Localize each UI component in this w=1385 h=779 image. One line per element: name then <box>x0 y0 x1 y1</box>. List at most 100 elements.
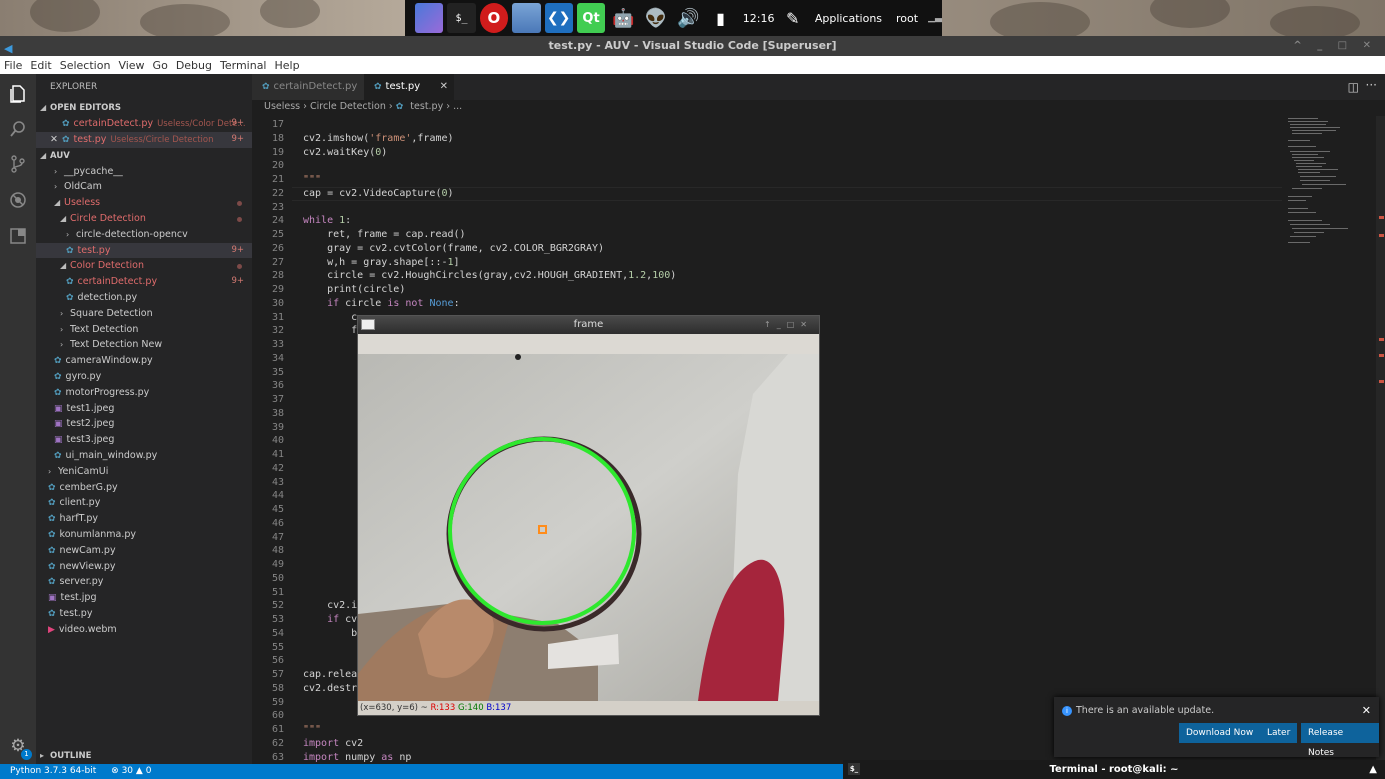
code-line[interactable]: gray = cv2.cvtColor(frame, cv2.COLOR_BGR… <box>303 243 604 254</box>
debug-icon[interactable] <box>6 188 30 212</box>
close-tab-icon[interactable]: ✕ <box>440 74 448 100</box>
tree-item[interactable]: › Text Detection <box>36 322 252 338</box>
tree-item[interactable]: ▣ test1.jpeg <box>36 401 252 417</box>
tree-item[interactable]: ✿ newView.py <box>36 559 252 575</box>
editor-scrollbar[interactable] <box>1376 116 1385 764</box>
tree-item[interactable]: ✿ certainDetect.py 9+ <box>36 274 252 290</box>
alien-icon[interactable]: 👽 <box>642 3 670 33</box>
tree-item[interactable]: ◢ Circle Detection <box>36 211 252 227</box>
tree-item[interactable]: ▶ video.webm <box>36 622 252 638</box>
menu-view[interactable]: View <box>114 59 148 72</box>
breadcrumb-item[interactable]: test.py <box>410 101 443 112</box>
frame-titlebar[interactable]: frame ↑_□✕ <box>358 316 819 334</box>
tree-item[interactable]: › OldCam <box>36 179 252 195</box>
code-line[interactable]: cv2.waitKey(0) <box>303 147 387 158</box>
code-line[interactable]: if cv <box>303 614 357 625</box>
code-line[interactable]: cv2.i <box>303 600 357 611</box>
window-controls[interactable]: ^ _ □ ✕ <box>1293 36 1377 56</box>
split-editor-icon[interactable]: ◫ <box>1348 80 1359 94</box>
code-line[interactable]: while 1: <box>303 215 351 226</box>
settings-gear-icon[interactable]: ⚙ 1 <box>6 734 32 760</box>
code-line[interactable]: """ <box>303 724 321 735</box>
terminal-taskbar-window[interactable]: $_ Terminal - root@kali: ~ ▲ <box>843 760 1385 779</box>
more-actions-icon[interactable]: ··· <box>1366 78 1377 92</box>
tree-item[interactable]: ✿ harfT.py <box>36 511 252 527</box>
search-icon[interactable] <box>6 117 30 141</box>
breadcrumb-item[interactable]: Useless <box>264 101 300 112</box>
code-line[interactable]: """ <box>303 174 321 185</box>
open-editor-item[interactable]: ✿ certainDetect.py Useless/Color Dete... 9+ <box>36 116 252 132</box>
download-now-button[interactable]: Download Now <box>1179 723 1261 743</box>
code-line[interactable]: cap.relea <box>303 669 357 680</box>
tree-item[interactable]: ✿ cameraWindow.py <box>36 353 252 369</box>
tree-item[interactable]: ✿ server.py <box>36 574 252 590</box>
code-line[interactable]: import cv2 <box>303 738 363 749</box>
tree-item[interactable]: ✿ cemberG.py <box>36 480 252 496</box>
breadcrumb-item[interactable]: Circle Detection <box>310 101 386 112</box>
close-icon[interactable]: ✕ <box>50 134 58 145</box>
tree-item[interactable]: ▣ test.jpg <box>36 590 252 606</box>
battery-icon[interactable]: ▮ <box>706 3 734 33</box>
extensions-icon[interactable] <box>6 224 30 248</box>
code-line[interactable]: w,h = gray.shape[::-1] <box>303 257 459 268</box>
menu-debug[interactable]: Debug <box>172 59 216 72</box>
tree-item[interactable]: ✿ gyro.py <box>36 369 252 385</box>
qt-icon[interactable]: Qt <box>576 3 606 33</box>
tree-item[interactable]: › Text Detection New <box>36 337 252 353</box>
vscode-icon[interactable]: ❮❯ <box>544 3 573 33</box>
tree-item[interactable]: ✿ ui_main_window.py <box>36 448 252 464</box>
code-line[interactable]: cap = cv2.VideoCapture(0) <box>303 188 454 199</box>
user-menu[interactable]: root <box>896 12 918 25</box>
tree-item[interactable]: › YeniCamUi <box>36 464 252 480</box>
workspace-root-header[interactable]: ◢ AUV <box>36 148 252 164</box>
frame-window-controls[interactable]: ↑_□✕ <box>764 316 813 334</box>
tree-item[interactable]: › circle-detection-opencv <box>36 227 252 243</box>
open-editor-item-active[interactable]: ✕ ✿ test.py Useless/Circle Detection 9+ <box>36 131 252 148</box>
code-line[interactable]: c <box>303 312 357 323</box>
code-line[interactable]: cv2.imshow('frame',frame) <box>303 133 454 144</box>
tab-certainDetect[interactable]: ✿ certainDetect.py <box>252 74 364 100</box>
menu-file[interactable]: File <box>0 59 26 72</box>
tree-item[interactable]: ▣ test2.jpeg <box>36 416 252 432</box>
tree-item[interactable]: ◢ Useless <box>36 195 252 211</box>
network-icon[interactable]: ▁▃ <box>928 13 942 23</box>
tree-item[interactable]: ✿ konumlanma.py <box>36 527 252 543</box>
code-line[interactable]: f <box>303 325 357 336</box>
close-notification-icon[interactable]: ✕ <box>1362 704 1371 717</box>
tree-item[interactable]: ✿ test.py <box>36 606 252 622</box>
tab-test-py[interactable]: ✿ test.py ✕ <box>364 74 454 100</box>
tree-item[interactable]: ◢ Color Detection <box>36 258 252 274</box>
code-line[interactable]: ret, frame = cap.read() <box>303 229 465 240</box>
maximize-icon[interactable]: ▲ <box>1369 760 1377 779</box>
window-manager-icon[interactable] <box>415 3 444 33</box>
android-icon[interactable]: 🤖 <box>609 3 637 33</box>
breadcrumb-item[interactable]: ... <box>453 101 462 112</box>
open-editors-header[interactable]: ◢ OPEN EDITORS <box>36 100 252 116</box>
opera-icon[interactable]: O <box>479 3 509 33</box>
menu-selection[interactable]: Selection <box>56 59 115 72</box>
explorer-icon[interactable] <box>6 82 30 106</box>
minimap[interactable] <box>1282 116 1376 764</box>
menu-edit[interactable]: Edit <box>26 59 55 72</box>
code-line[interactable]: print(circle) <box>303 284 405 295</box>
tree-item[interactable]: ✿ client.py <box>36 495 252 511</box>
volume-icon[interactable]: 🔊 <box>674 3 702 33</box>
clock[interactable]: 12:16 <box>743 12 775 25</box>
opencv-frame-window[interactable]: frame ↑_□✕ (x=630, y=6) ~ R:133 G:140 B:… <box>357 315 820 716</box>
files-icon[interactable] <box>512 3 541 33</box>
terminal-icon[interactable]: $_ <box>447 3 476 33</box>
outline-header[interactable]: ▸ OUTLINE <box>36 748 91 764</box>
release-notes-button[interactable]: Release Notes <box>1301 723 1379 758</box>
source-control-icon[interactable] <box>6 152 30 176</box>
code-line[interactable]: b <box>303 628 357 639</box>
tree-item[interactable]: ✿ test.py 9+ <box>36 242 252 259</box>
tree-item[interactable]: ✿ detection.py <box>36 290 252 306</box>
code-line[interactable]: circle = cv2.HoughCircles(gray,cv2.HOUGH… <box>303 270 676 281</box>
menu-help[interactable]: Help <box>271 59 304 72</box>
code-line[interactable]: if circle is not None: <box>303 298 460 309</box>
tree-item[interactable]: › Square Detection <box>36 306 252 322</box>
menu-terminal[interactable]: Terminal <box>216 59 271 72</box>
tree-item[interactable]: › __pycache__ <box>36 164 252 180</box>
tree-item[interactable]: ▣ test3.jpeg <box>36 432 252 448</box>
applications-menu[interactable]: Applications <box>815 12 882 25</box>
